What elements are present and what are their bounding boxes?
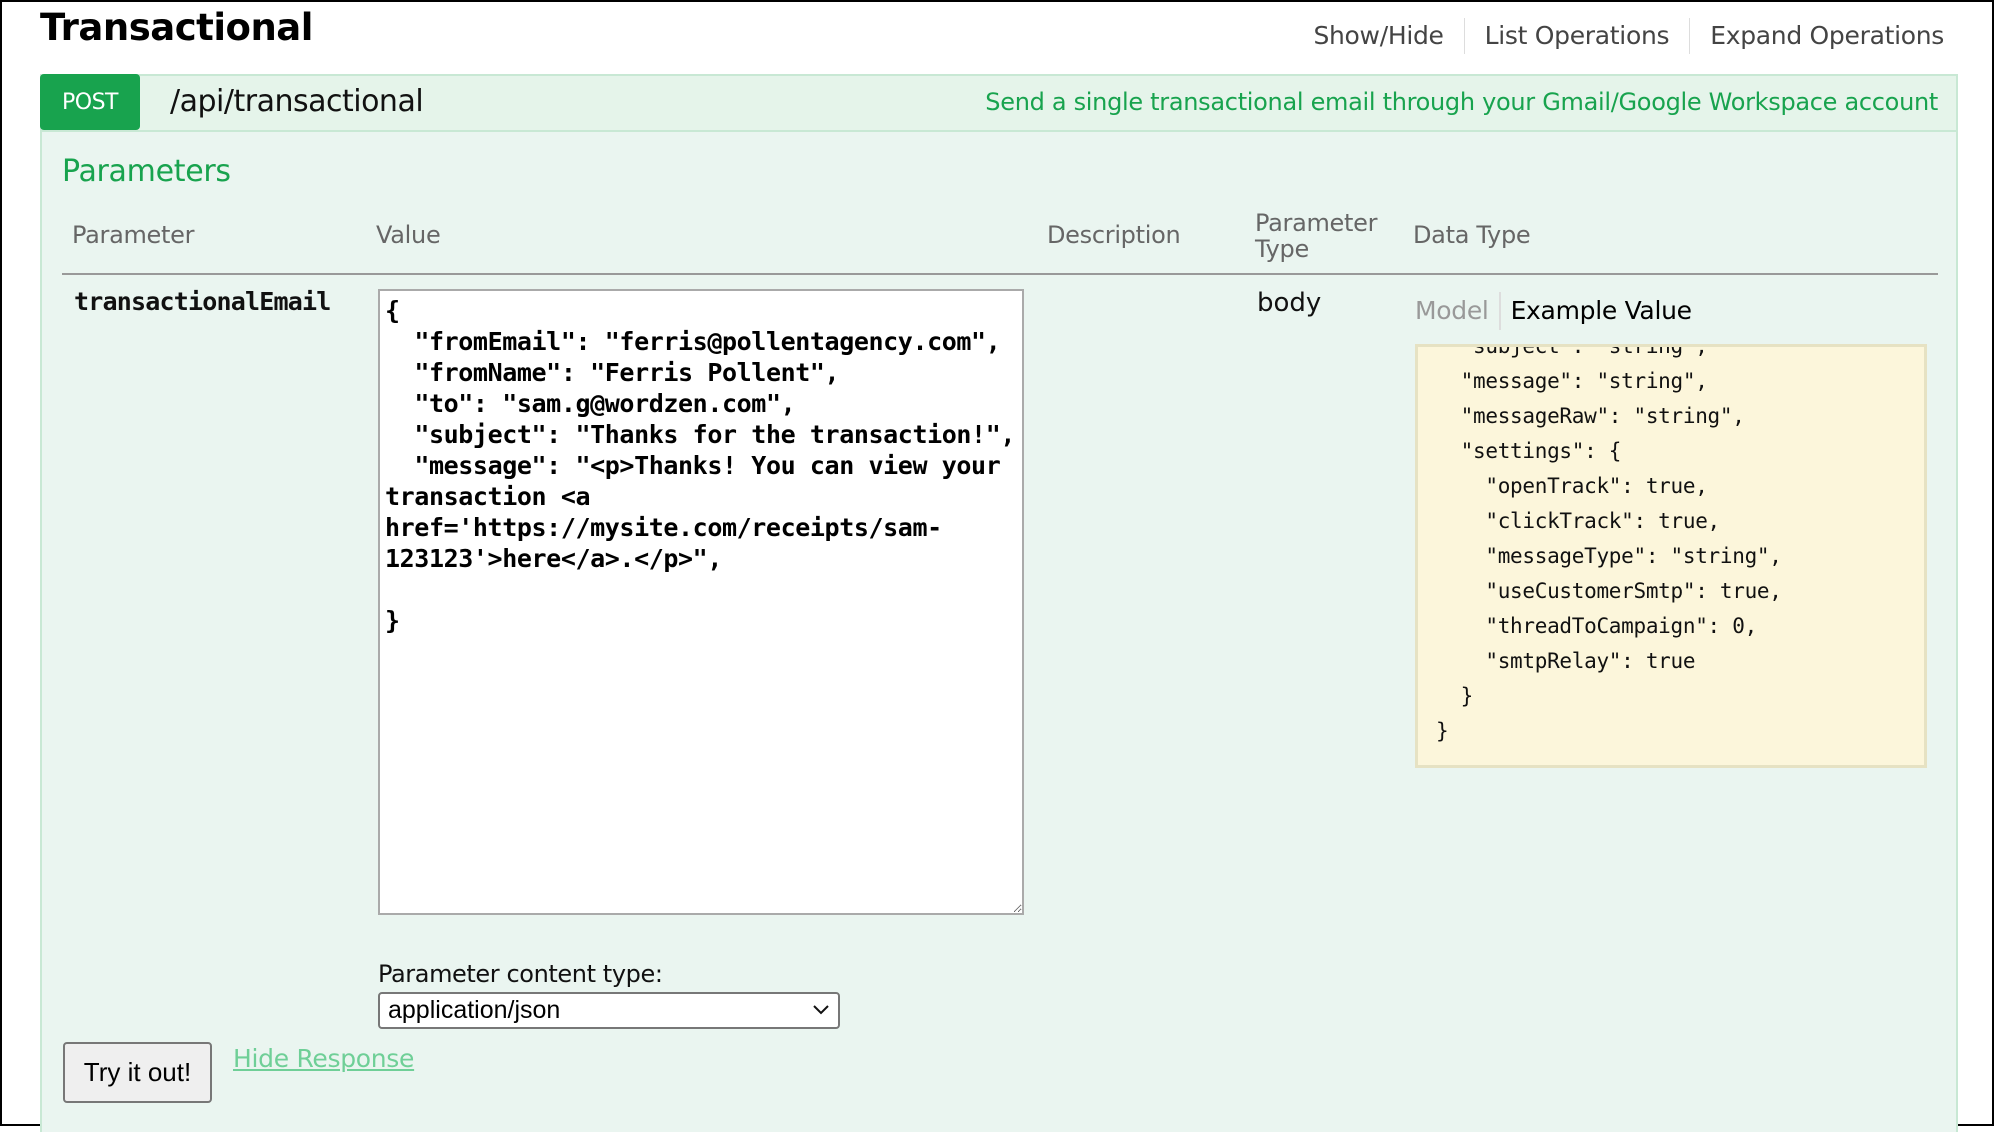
content-type-select[interactable]: application/json: [378, 992, 840, 1029]
method-badge[interactable]: POST: [40, 74, 140, 130]
tab-example-value[interactable]: Example Value: [1501, 292, 1702, 330]
parameter-type: body: [1257, 288, 1322, 318]
parameter-value-textarea[interactable]: { "fromEmail": "ferris@pollentagency.com…: [378, 289, 1024, 915]
example-value-snippet[interactable]: "subject": "string", "message": "string"…: [1415, 344, 1927, 768]
parameters-heading: Parameters: [62, 154, 231, 189]
operation-heading[interactable]: POST /api/transactional Send a single tr…: [40, 74, 1958, 132]
column-header-value: Value: [376, 221, 441, 249]
content-type-label: Parameter content type:: [378, 960, 663, 988]
section-title: Transactional: [40, 6, 313, 49]
column-header-data-type: Data Type: [1413, 221, 1531, 249]
snippet-tabs: Model Example Value: [1415, 292, 1702, 330]
tab-model[interactable]: Model: [1415, 292, 1501, 330]
operation-summary[interactable]: Send a single transactional email throug…: [985, 88, 1938, 116]
header-divider: [62, 273, 1938, 275]
expand-operations-link[interactable]: Expand Operations: [1689, 18, 1944, 54]
parameter-name: transactionalEmail: [74, 287, 331, 316]
operation-path[interactable]: /api/transactional: [170, 84, 424, 119]
column-header-parameter-type: Parameter Type: [1255, 209, 1378, 263]
try-it-out-button[interactable]: Try it out!: [63, 1042, 212, 1103]
show-hide-link[interactable]: Show/Hide: [1293, 18, 1463, 54]
content-type-selected-value: application/json: [388, 996, 561, 1024]
section-nav: Show/Hide List Operations Expand Operati…: [1293, 18, 1944, 54]
column-header-description: Description: [1047, 221, 1181, 249]
hide-response-link[interactable]: Hide Response: [233, 1044, 414, 1073]
chevron-down-icon: [812, 1000, 830, 1021]
example-value-code: "subject": "string", "message": "string"…: [1436, 344, 1782, 743]
operation-content: Parameters Parameter Value Description P…: [40, 132, 1958, 1132]
list-operations-link[interactable]: List Operations: [1463, 18, 1690, 54]
column-header-parameter: Parameter: [72, 221, 195, 249]
